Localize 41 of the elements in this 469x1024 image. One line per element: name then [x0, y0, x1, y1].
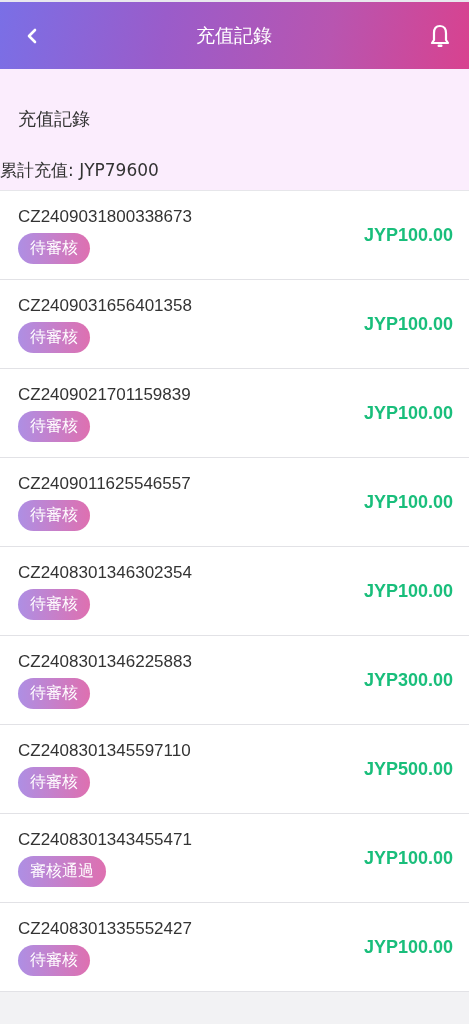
total-recharge: 累計充值: JYP79600: [0, 159, 160, 182]
amount: JYP100.00: [363, 847, 453, 869]
amount: JYP300.00: [363, 669, 453, 691]
section-title: 充值記錄: [17, 107, 91, 131]
record-row[interactable]: CZ2408301335552427 待審核 JYP100.00: [0, 903, 469, 992]
order-number: CZ2409031800338673: [18, 206, 192, 227]
status-badge: 待審核: [18, 232, 90, 264]
order-number: CZ2408301346302354: [18, 562, 192, 583]
record-row[interactable]: CZ2408301345597110 待審核 JYP500.00: [0, 725, 469, 814]
order-number: CZ2408301343455471: [18, 829, 192, 850]
order-number: CZ2409031656401358: [18, 295, 192, 316]
record-row[interactable]: CZ2408301343455471 審核通過 JYP100.00: [0, 814, 469, 903]
order-number: CZ2408301335552427: [18, 918, 192, 939]
status-badge: 待審核: [18, 766, 90, 798]
record-row[interactable]: CZ2409031656401358 待審核 JYP100.00: [0, 280, 469, 369]
amount: JYP100.00: [363, 224, 453, 246]
order-number: CZ2408301346225883: [18, 651, 192, 672]
record-row[interactable]: CZ2409031800338673 待審核 JYP100.00: [0, 191, 469, 280]
amount: JYP100.00: [363, 936, 453, 958]
record-row[interactable]: CZ2409011625546557 待審核 JYP100.00: [0, 458, 469, 547]
amount: JYP100.00: [363, 402, 453, 424]
record-row[interactable]: CZ2409021701159839 待審核 JYP100.00: [0, 369, 469, 458]
amount: JYP100.00: [363, 491, 453, 513]
status-badge: 待審核: [18, 677, 90, 709]
status-badge: 待審核: [18, 588, 90, 620]
order-number: CZ2408301345597110: [18, 740, 191, 761]
status-badge: 待審核: [18, 410, 90, 442]
record-row[interactable]: CZ2408301346302354 待審核 JYP100.00: [0, 547, 469, 636]
status-badge: 待審核: [18, 321, 90, 353]
status-badge: 審核通過: [18, 855, 106, 887]
order-number: CZ2409011625546557: [18, 473, 191, 494]
status-badge: 待審核: [18, 944, 90, 976]
status-badge: 待審核: [18, 499, 90, 531]
back-icon: [26, 27, 38, 44]
amount: JYP100.00: [363, 313, 453, 335]
bell-icon: [429, 23, 451, 48]
record-row[interactable]: CZ2408301346225883 待審核 JYP300.00: [0, 636, 469, 725]
amount: JYP100.00: [363, 580, 453, 602]
order-number: CZ2409021701159839: [18, 384, 191, 405]
amount: JYP500.00: [363, 758, 453, 780]
page-title: 充值記錄: [195, 22, 272, 48]
